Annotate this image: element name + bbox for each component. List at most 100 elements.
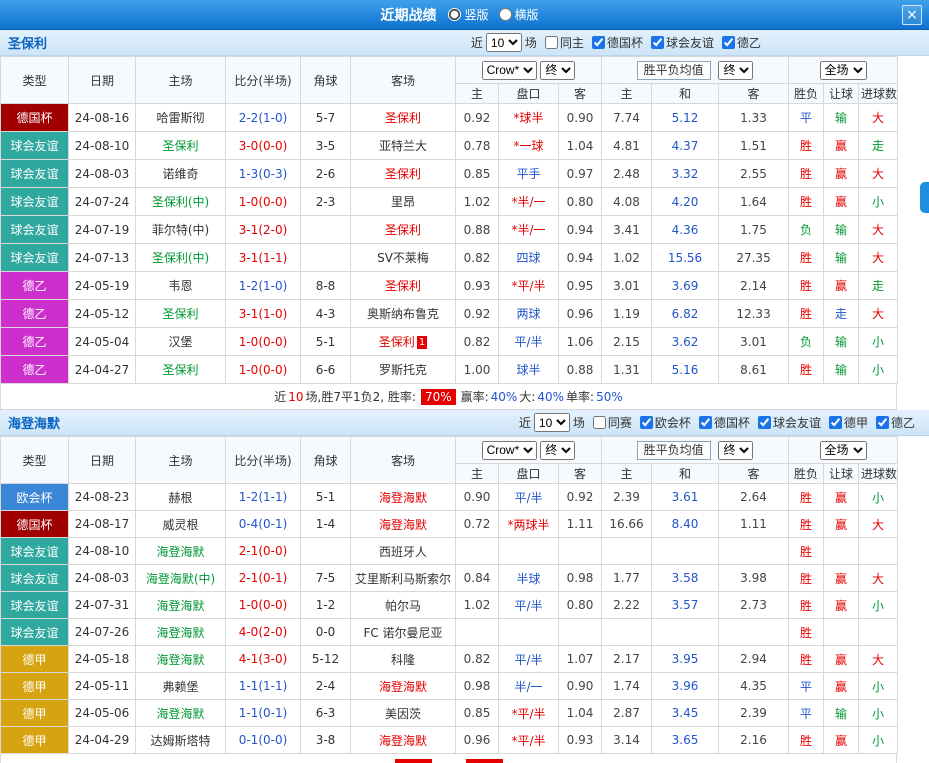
avg-final-select[interactable]: 终 [718, 441, 753, 460]
match-count-select[interactable]: 10 [486, 33, 522, 52]
avg-away: 2.64 [719, 484, 789, 511]
avg-draw: 5.16 [652, 356, 719, 384]
match-type: 德乙 [1, 356, 69, 384]
avg-draw: 3.96 [652, 673, 719, 700]
avg-final-select[interactable]: 终 [718, 61, 753, 80]
home-team: 哈雷斯彻 [136, 104, 226, 132]
result-handicap [824, 538, 859, 565]
scope-select[interactable]: 全场 [820, 61, 867, 80]
col-result: 胜负 [789, 464, 824, 484]
bundesliga1-checkbox[interactable] [829, 416, 842, 429]
avg-draw: 4.20 [652, 188, 719, 216]
col-odds-away: 客 [559, 464, 602, 484]
vertical-radio-label: 竖版 [464, 6, 488, 23]
odds-away: 1.11 [559, 511, 602, 538]
result-goals: 大 [859, 160, 898, 188]
corner-score [301, 538, 351, 565]
result-goals: 小 [859, 700, 898, 727]
avg-away: 1.33 [719, 104, 789, 132]
match-score: 1-1(0-1) [226, 700, 301, 727]
odds-company-select[interactable]: Crow* [482, 441, 537, 460]
side-panel-handle[interactable] [920, 182, 929, 213]
home-team: 威灵根 [136, 511, 226, 538]
col-home: 主场 [136, 57, 226, 104]
summary-bar-partial [0, 754, 897, 763]
odds-handicap: *半/一 [499, 188, 559, 216]
col-odds-handicap: 盘口 [499, 464, 559, 484]
odds-company-select[interactable]: Crow* [482, 61, 537, 80]
result-wdl: 平 [789, 700, 824, 727]
result-wdl: 胜 [789, 484, 824, 511]
result-wdl: 胜 [789, 188, 824, 216]
club-friendly-checkbox[interactable] [651, 36, 664, 49]
avg-away: 4.35 [719, 673, 789, 700]
partial-rate-badge [395, 759, 432, 763]
away-team: 罗斯托克 [351, 356, 456, 384]
match-count-select[interactable]: 10 [534, 413, 570, 432]
match-date: 24-08-17 [69, 511, 136, 538]
odds-handicap: *两球半 [499, 511, 559, 538]
odds-handicap: *一球 [499, 132, 559, 160]
home-team: 弗赖堡 [136, 673, 226, 700]
result-wdl: 胜 [789, 538, 824, 565]
scope-select[interactable]: 全场 [820, 441, 867, 460]
same-home-checkbox[interactable] [545, 36, 558, 49]
result-goals: 大 [859, 511, 898, 538]
odds-home: 0.78 [456, 132, 499, 160]
results-table: 类型 日期 主场 比分(半场) 角球 客场 Crow* 终 胜平负均值 终 [0, 436, 898, 754]
horizontal-radio[interactable] [499, 8, 512, 21]
match-date: 24-07-31 [69, 592, 136, 619]
corner-score: 5-1 [301, 328, 351, 356]
avg-away: 2.16 [719, 727, 789, 754]
match-score: 4-0(2-0) [226, 619, 301, 646]
result-handicap: 输 [824, 700, 859, 727]
result-wdl: 胜 [789, 300, 824, 328]
dfb-pokal-checkbox[interactable] [699, 416, 712, 429]
same-competition-checkbox[interactable] [593, 416, 606, 429]
result-goals: 大 [859, 646, 898, 673]
avg-draw: 3.62 [652, 328, 719, 356]
match-row: 球会友谊 24-08-10 圣保利 3-0(0-0) 3-5 亚特兰大 0.78… [1, 132, 898, 160]
avg-controls: 胜平负均值 终 [602, 57, 789, 84]
col-result: 胜负 [789, 84, 824, 104]
vertical-radio[interactable] [448, 8, 461, 21]
odds-home: 1.00 [456, 356, 499, 384]
result-handicap: 赢 [824, 132, 859, 160]
match-score: 3-1(1-1) [226, 244, 301, 272]
match-type: 德国杯 [1, 511, 69, 538]
odds-home: 0.72 [456, 511, 499, 538]
away-team: 圣保利 [351, 104, 456, 132]
bundesliga2-checkbox[interactable] [876, 416, 889, 429]
single-rate-value: 50% [596, 390, 623, 404]
odds-away [559, 619, 602, 646]
match-type: 德乙 [1, 300, 69, 328]
result-wdl: 平 [789, 673, 824, 700]
match-score: 1-0(0-0) [226, 328, 301, 356]
conference-league-checkbox[interactable] [640, 416, 653, 429]
odds-home: 0.82 [456, 646, 499, 673]
away-team: 亚特兰大 [351, 132, 456, 160]
filter-club-friendly: 球会友谊 [651, 34, 714, 51]
avg-home: 16.66 [602, 511, 652, 538]
avg-home: 2.87 [602, 700, 652, 727]
match-row: 球会友谊 24-08-10 海登海默 2-1(0-0) 西班牙人 胜 [1, 538, 898, 565]
avg-home: 2.15 [602, 328, 652, 356]
odds-final-select[interactable]: 终 [540, 61, 575, 80]
dfb-pokal-checkbox[interactable] [592, 36, 605, 49]
bundesliga2-checkbox[interactable] [722, 36, 735, 49]
col-date: 日期 [69, 437, 136, 484]
odds-away: 1.04 [559, 132, 602, 160]
result-goals: 小 [859, 673, 898, 700]
match-type: 德甲 [1, 700, 69, 727]
result-wdl: 胜 [789, 565, 824, 592]
match-date: 24-08-16 [69, 104, 136, 132]
match-type: 球会友谊 [1, 565, 69, 592]
club-friendly-checkbox[interactable] [758, 416, 771, 429]
match-type: 德乙 [1, 328, 69, 356]
close-icon[interactable]: × [902, 5, 922, 25]
away-team: 西班牙人 [351, 538, 456, 565]
result-wdl: 胜 [789, 272, 824, 300]
avg-home: 7.74 [602, 104, 652, 132]
match-row: 球会友谊 24-07-24 圣保利(中) 1-0(0-0) 2-3 里昂 1.0… [1, 188, 898, 216]
odds-final-select[interactable]: 终 [540, 441, 575, 460]
